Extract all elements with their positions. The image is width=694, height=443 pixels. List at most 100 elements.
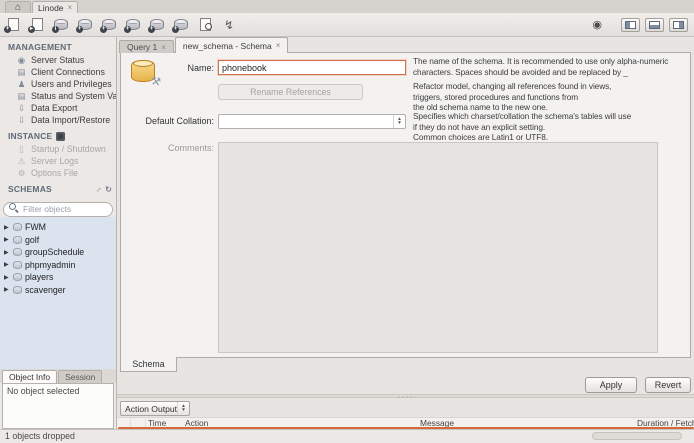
refactor-help-text: Refactor model, changing all references … xyxy=(413,81,690,113)
collation-select[interactable] xyxy=(218,114,406,129)
tab-session[interactable]: Session xyxy=(58,370,102,383)
server-logs-icon: ⚠ xyxy=(16,156,27,166)
connection-tab-label: Linode xyxy=(38,3,64,13)
revert-button[interactable]: Revert xyxy=(645,377,691,393)
status-message: 1 objects dropped xyxy=(5,431,75,441)
schema-tree: ▶ FWM ▶ golf ▶ groupSchedule xyxy=(0,217,116,369)
create-table-icon[interactable]: + xyxy=(100,16,118,33)
schema-editor-panel: ⚒ Name: The name of the schema. It is re… xyxy=(120,52,691,358)
schema-name-input[interactable] xyxy=(218,60,406,75)
schema-bottom-tab[interactable]: Schema xyxy=(120,357,177,372)
close-icon[interactable]: × xyxy=(161,43,166,52)
schema-tree-item[interactable]: ▶ players xyxy=(0,271,116,284)
toggle-left-sidebar[interactable] xyxy=(621,18,640,32)
schema-icon xyxy=(13,286,22,294)
mysql-workbench-window: ⌂ Linode × + ▸ i xyxy=(0,0,694,443)
reconnect-dbms-icon[interactable] xyxy=(220,16,238,33)
splitter-grip-icon xyxy=(397,396,415,398)
schema-icon xyxy=(13,236,22,244)
schema-filter xyxy=(3,199,113,214)
spinner-icon[interactable] xyxy=(177,402,189,415)
instance-config-icon xyxy=(56,132,65,141)
schema-tree-item[interactable]: ▶ golf xyxy=(0,234,116,247)
search-table-data-icon[interactable] xyxy=(196,16,214,33)
schema-tree-item[interactable]: ▶ FWM xyxy=(0,221,116,234)
object-info-panel: No object selected xyxy=(2,383,114,429)
data-import-icon: ⇩ xyxy=(16,115,27,125)
spinner-icon[interactable] xyxy=(393,115,405,128)
collation-help-text: Specifies which charset/collation the sc… xyxy=(413,111,690,143)
home-icon: ⌂ xyxy=(15,3,21,13)
comments-label: Comments: xyxy=(126,143,214,153)
navigator-sidebar: MANAGEMENT ◉ Server Status ▤ Client Conn… xyxy=(0,37,117,429)
options-file-icon: ⚙ xyxy=(16,168,27,178)
sidebar-item[interactable]: ⇩ Data Import/Restore xyxy=(0,114,116,126)
schema-tree-item[interactable]: ▶ groupSchedule xyxy=(0,246,116,259)
create-procedure-icon[interactable]: + xyxy=(148,16,166,33)
sidebar-item-disabled[interactable]: ⚠ Server Logs xyxy=(0,155,116,167)
object-inspector-icon[interactable]: i xyxy=(52,16,70,33)
horizontal-scrollbar-thumb[interactable] xyxy=(592,432,682,440)
sidebar-item[interactable]: ▤ Status and System Variables xyxy=(0,90,116,102)
output-splitter[interactable] xyxy=(117,394,694,398)
schema-tree-item[interactable]: ▶ phpmyadmin xyxy=(0,259,116,272)
toggle-output-area[interactable] xyxy=(645,18,664,32)
collation-label: Default Collation: xyxy=(126,116,214,126)
expand-arrow-icon[interactable]: ▶ xyxy=(4,261,10,268)
expand-arrow-icon[interactable]: ▶ xyxy=(4,249,10,256)
home-tab[interactable]: ⌂ xyxy=(5,1,31,13)
schema-tree-item[interactable]: ▶ scavenger xyxy=(0,284,116,297)
instance-section-title: INSTANCE xyxy=(8,131,112,141)
close-icon[interactable]: × xyxy=(68,3,73,12)
collapse-all-icon[interactable]: ↕ xyxy=(94,184,103,193)
editor-area: Query 1 × new_schema - Schema × ⚒ Name: … xyxy=(117,37,694,429)
refresh-schemas-icon[interactable]: ↻ xyxy=(105,185,112,194)
new-query-tab-icon[interactable]: + xyxy=(4,16,22,33)
name-help-text: The name of the schema. It is recommende… xyxy=(413,56,690,77)
comments-textarea[interactable] xyxy=(218,142,658,353)
server-status-icon: ◉ xyxy=(16,55,27,65)
editor-tab-strip: Query 1 × new_schema - Schema × xyxy=(119,37,288,53)
main-toolbar: + ▸ i + + xyxy=(0,13,694,37)
tab-query-1[interactable]: Query 1 × xyxy=(119,40,174,53)
expand-arrow-icon[interactable]: ▶ xyxy=(4,274,10,281)
sidebar-item-disabled[interactable]: ⚙ Options File xyxy=(0,167,116,179)
schema-filter-input[interactable] xyxy=(3,202,113,217)
connection-status-icon: ◉ xyxy=(592,18,602,31)
client-connections-icon: ▤ xyxy=(16,67,27,77)
schema-icon xyxy=(13,223,22,231)
tab-schema-editor[interactable]: new_schema - Schema × xyxy=(175,37,289,53)
schema-icon xyxy=(13,248,22,256)
sidebar-item[interactable]: ◉ Server Status xyxy=(0,54,116,66)
startup-shutdown-icon: ▯ xyxy=(16,144,27,154)
info-tab-strip: Object Info Session xyxy=(0,369,116,383)
sidebar-item-disabled[interactable]: ▯ Startup / Shutdown xyxy=(0,143,116,155)
expand-arrow-icon[interactable]: ▶ xyxy=(4,236,10,243)
open-sql-script-icon[interactable]: ▸ xyxy=(28,16,46,33)
action-output-select[interactable]: Action Output xyxy=(120,401,190,416)
window-tab-strip: ⌂ Linode × xyxy=(0,0,694,14)
toggle-secondary-sidebar[interactable] xyxy=(669,18,688,32)
create-schema-icon[interactable]: + xyxy=(76,16,94,33)
schema-icon xyxy=(13,261,22,269)
connection-tab[interactable]: Linode × xyxy=(32,1,78,13)
sidebar-item[interactable]: ⇩ Data Export xyxy=(0,102,116,114)
rename-references-button[interactable]: Rename References xyxy=(218,84,363,100)
wrench-icon: ⚒ xyxy=(150,74,162,89)
expand-arrow-icon[interactable]: ▶ xyxy=(4,224,10,231)
search-icon xyxy=(9,203,16,210)
data-export-icon: ⇩ xyxy=(16,103,27,113)
sidebar-item[interactable]: ♟ Users and Privileges xyxy=(0,78,116,90)
close-icon[interactable]: × xyxy=(276,41,281,50)
create-function-icon[interactable]: + xyxy=(172,16,190,33)
expand-arrow-icon[interactable]: ▶ xyxy=(4,286,10,293)
status-bar: 1 objects dropped xyxy=(0,429,694,443)
sidebar-item[interactable]: ▤ Client Connections xyxy=(0,66,116,78)
create-view-icon[interactable]: + xyxy=(124,16,142,33)
tab-object-info[interactable]: Object Info xyxy=(2,370,57,383)
system-variables-icon: ▤ xyxy=(16,91,27,101)
users-privileges-icon: ♟ xyxy=(16,79,27,89)
schema-icon xyxy=(13,273,22,281)
name-label: Name: xyxy=(126,63,214,73)
apply-button[interactable]: Apply xyxy=(585,377,637,393)
